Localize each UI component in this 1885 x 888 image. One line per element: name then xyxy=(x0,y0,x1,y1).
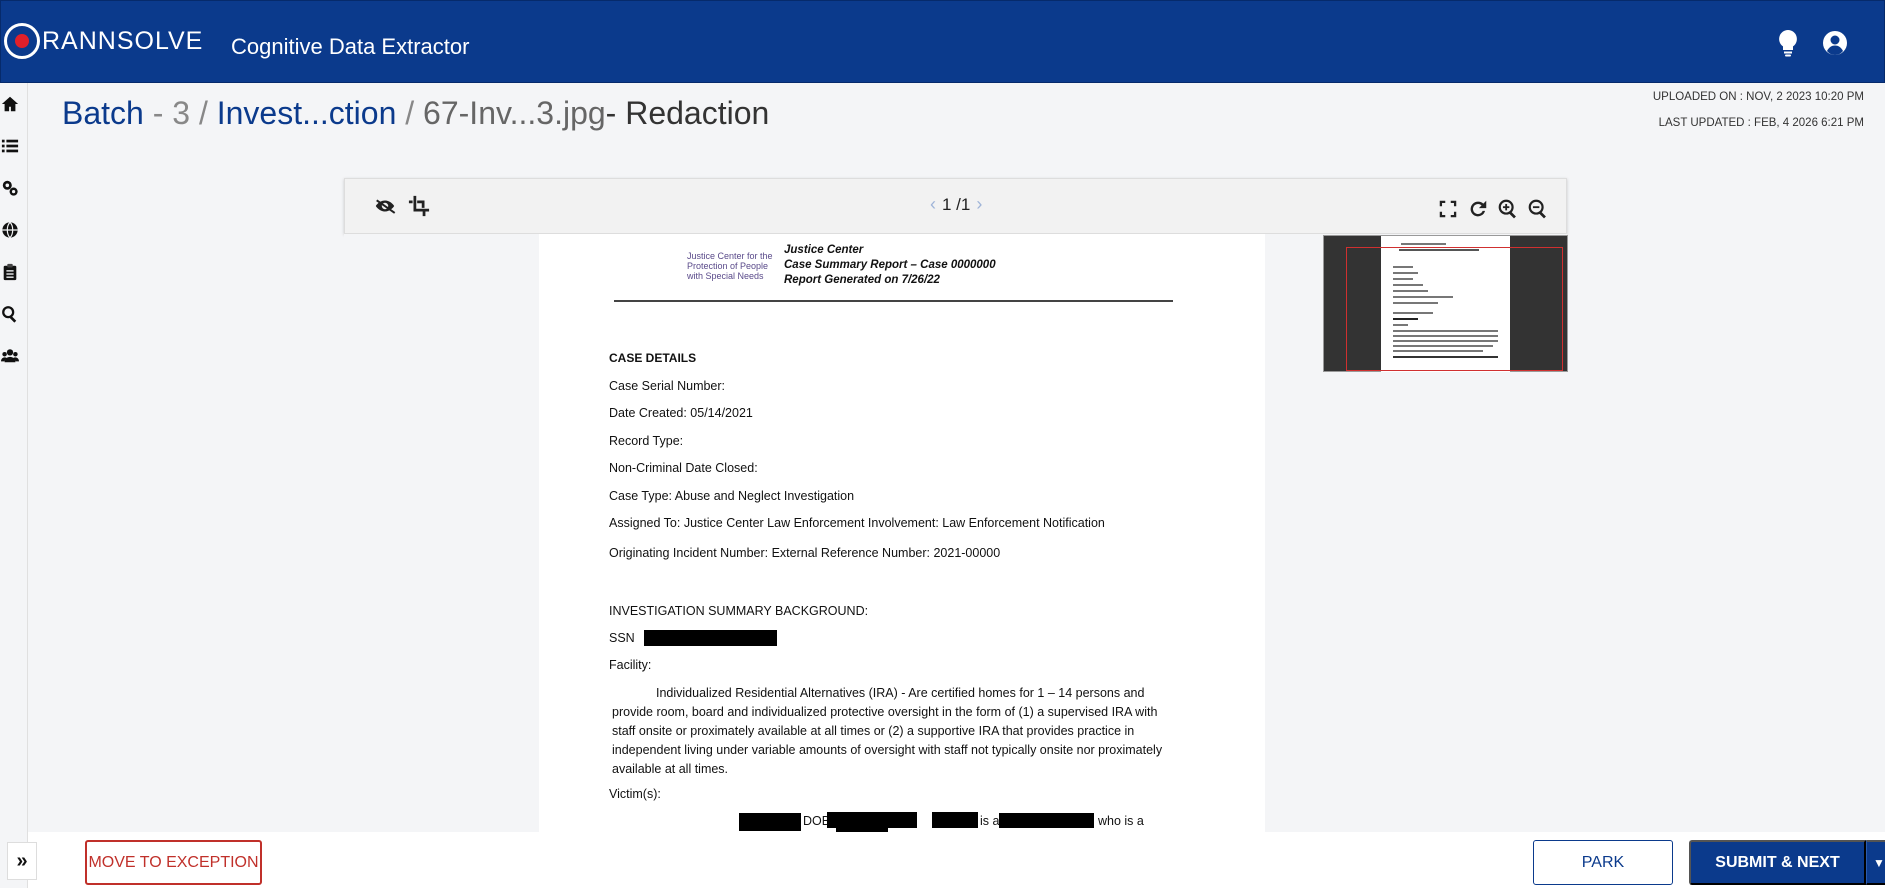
top-app-bar: RANNSOLVE Cognitive Data Extractor xyxy=(0,0,1885,83)
breadcrumb-separator: / xyxy=(405,95,415,131)
redaction-box[interactable] xyxy=(827,812,917,828)
doc-line: Facility: xyxy=(609,658,652,672)
redaction-box[interactable] xyxy=(644,630,777,646)
header-line: Case Summary Report – Case 0000000 xyxy=(784,259,996,271)
facility-paragraph: Individualized Residential Alternatives … xyxy=(612,686,1163,776)
redaction-box[interactable] xyxy=(739,813,801,831)
breadcrumb-batch[interactable]: Batch xyxy=(62,95,144,131)
thumbnail-viewport-frame[interactable] xyxy=(1346,247,1563,371)
zoom-in-icon[interactable] xyxy=(1495,196,1521,222)
redaction-box[interactable] xyxy=(932,812,978,828)
logo-line: Protection of People xyxy=(687,261,769,271)
breadcrumb: Batch - 3 / Invest...ction / 67-Inv...3.… xyxy=(62,95,769,132)
breadcrumb-file: 67-Inv...3.jpg xyxy=(423,95,606,131)
zoom-out-icon[interactable] xyxy=(1525,196,1551,222)
doc-line: Record Type: xyxy=(609,434,684,448)
viewer-toolbar: ‹ 1 /1 › xyxy=(344,178,1567,234)
crop-icon[interactable] xyxy=(406,193,432,219)
hide-redaction-icon[interactable] xyxy=(372,193,398,219)
rannsolve-logo: RANNSOLVE xyxy=(4,23,203,59)
expand-sidebar-icon[interactable]: » xyxy=(7,842,37,880)
list-icon[interactable] xyxy=(0,136,20,156)
is-a-label: is a xyxy=(980,814,1000,828)
header-line: Justice Center xyxy=(784,244,864,256)
logo-line: with Special Needs xyxy=(687,271,764,281)
clipboard-icon[interactable] xyxy=(0,262,20,282)
fullscreen-icon[interactable] xyxy=(1435,196,1461,222)
lightbulb-icon[interactable] xyxy=(1776,29,1802,57)
doc-line: Assigned To: Justice Center Law Enforcem… xyxy=(609,516,1105,530)
move-to-exception-button[interactable]: MOVE TO EXCEPTION xyxy=(85,840,262,885)
rotate-icon[interactable] xyxy=(1465,196,1491,222)
next-page-icon[interactable]: › xyxy=(976,194,982,215)
document-header: Justice Center Case Summary Report – Cas… xyxy=(784,243,996,288)
page-thumbnail[interactable] xyxy=(1323,235,1568,372)
doc-line: Originating Incident Number: External Re… xyxy=(609,546,1001,560)
home-icon[interactable] xyxy=(0,94,20,114)
doc-line: Case Type: Abuse and Neglect Investigati… xyxy=(609,489,855,503)
doc-line: Case Serial Number: xyxy=(609,379,726,393)
prev-page-icon[interactable]: ‹ xyxy=(930,194,936,215)
who-is-a-label: who is a xyxy=(1098,814,1144,828)
breadcrumb-batch-number: - 3 xyxy=(152,95,191,131)
breadcrumb-folder[interactable]: Invest...ction xyxy=(217,95,397,131)
left-navigation xyxy=(0,83,28,888)
logo-mark-icon xyxy=(4,23,40,59)
doc-line: CASE DETAILS xyxy=(609,351,697,365)
doc-line: Date Created: 05/14/2021 xyxy=(609,406,753,420)
breadcrumb-mode: - Redaction xyxy=(605,95,770,131)
doc-line: INVESTIGATION SUMMARY BACKGROUND: xyxy=(609,604,869,618)
logo-text: RANNSOLVE xyxy=(42,26,204,55)
settings-cogs-icon[interactable] xyxy=(0,178,20,198)
app-title: Cognitive Data Extractor xyxy=(231,34,470,59)
user-account-icon[interactable] xyxy=(1821,29,1847,57)
header-line: Report Generated on 7/26/22 xyxy=(784,274,940,286)
page-indicator: 1 /1 xyxy=(942,194,971,214)
users-icon[interactable] xyxy=(0,346,20,366)
breadcrumb-separator: / xyxy=(198,95,208,131)
search-icon[interactable] xyxy=(0,304,20,324)
doc-line: Non-Criminal Date Closed: xyxy=(609,461,758,475)
uploaded-on-text: UPLOADED ON : NOV, 2 2023 10:20 PM xyxy=(1652,91,1864,103)
page-navigator: ‹ 1 /1 › xyxy=(930,194,982,215)
globe-icon[interactable] xyxy=(0,220,20,240)
submit-next-button[interactable]: SUBMIT & NEXT xyxy=(1689,840,1866,885)
document-page[interactable]: Justice Center for the Protection of Peo… xyxy=(539,234,1265,832)
park-button[interactable]: PARK xyxy=(1533,840,1673,885)
redaction-box[interactable] xyxy=(999,813,1094,828)
justice-center-logo: Justice Center for the Protection of Peo… xyxy=(687,251,773,281)
last-updated-text: LAST UPDATED : FEB, 4 2026 6:21 PM xyxy=(1658,117,1864,129)
doc-line: SSN xyxy=(609,631,635,645)
submit-options-dropdown-icon[interactable]: ▼ xyxy=(1866,840,1885,885)
victims-label: Victim(s): xyxy=(609,787,661,801)
logo-line: Justice Center for the xyxy=(687,251,773,261)
header-divider xyxy=(614,300,1173,302)
